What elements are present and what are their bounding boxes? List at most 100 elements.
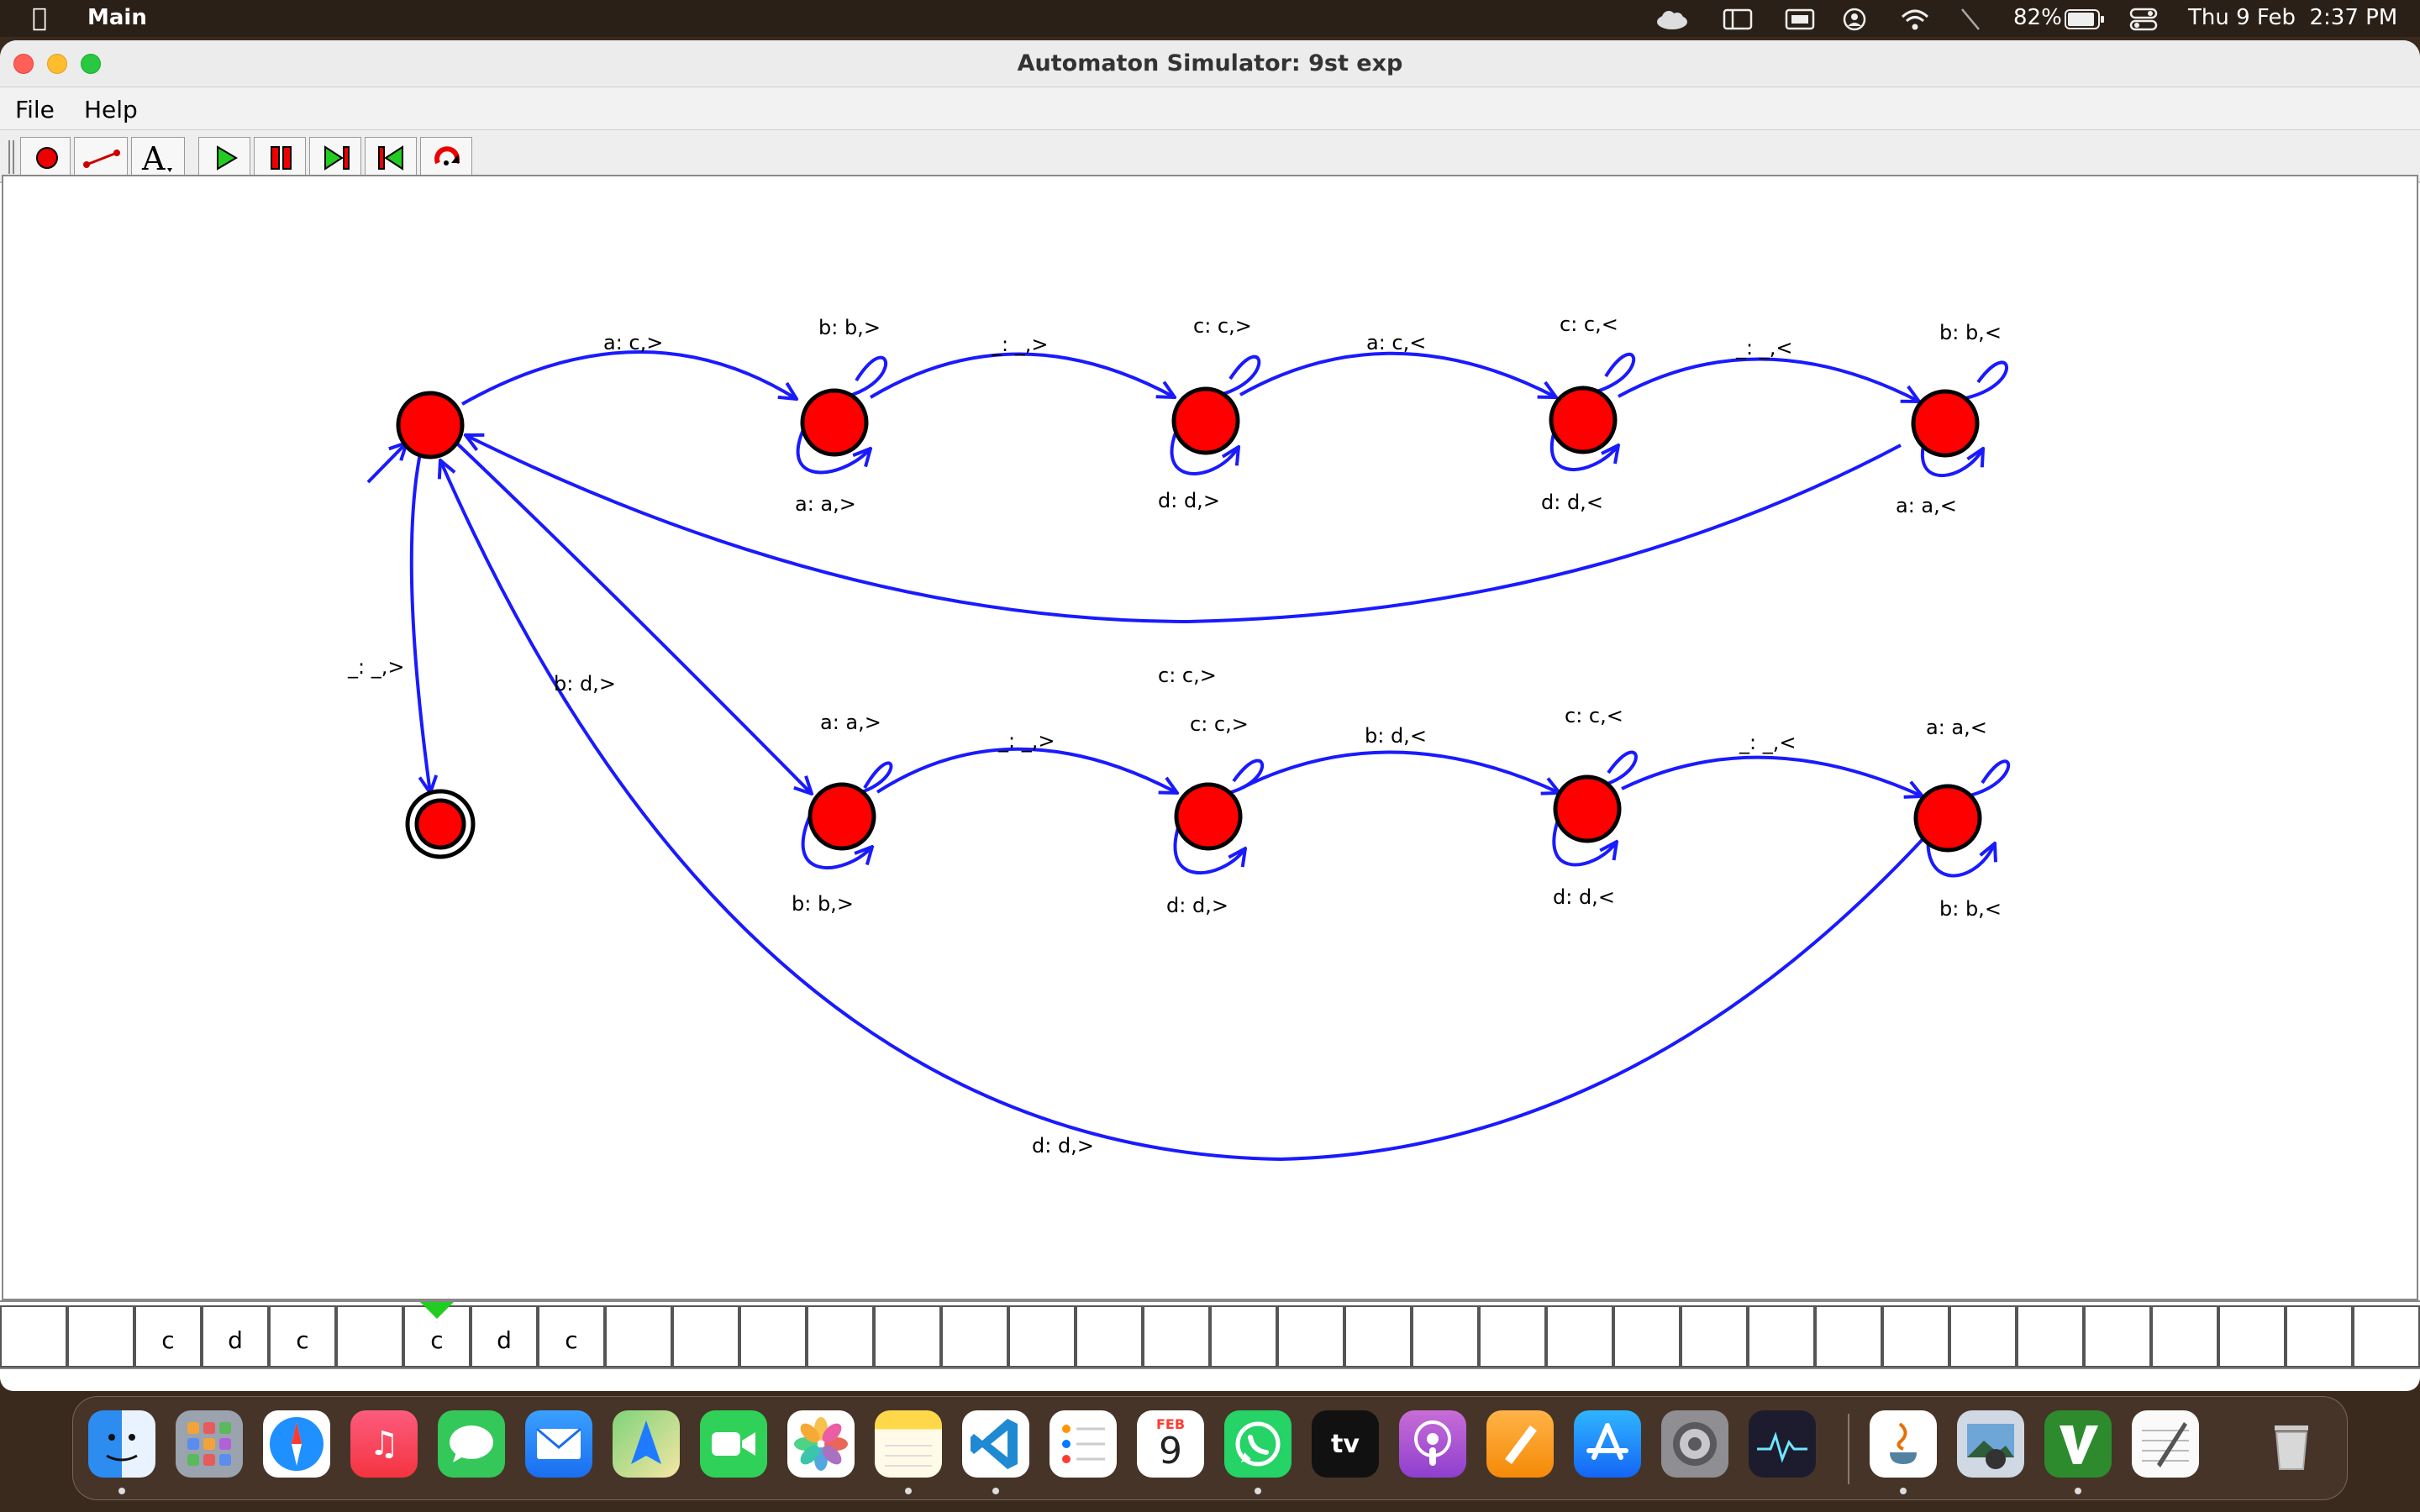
- tape-cell[interactable]: [0, 1305, 67, 1368]
- add-transition-button[interactable]: [74, 137, 128, 177]
- tape-cell[interactable]: [2353, 1305, 2420, 1368]
- apple-menu-icon[interactable]: : [32, 3, 47, 33]
- transition-q5-q6[interactable]: [876, 747, 1177, 793]
- preview-icon[interactable]: [1957, 1410, 2024, 1478]
- rewind-button[interactable]: [365, 137, 417, 177]
- active-app-name[interactable]: Main: [87, 5, 147, 30]
- tape-cell[interactable]: c: [538, 1305, 605, 1368]
- system-settings-icon[interactable]: [1661, 1410, 1728, 1478]
- state-q1[interactable]: [800, 388, 869, 457]
- safari-icon[interactable]: [263, 1410, 330, 1478]
- step-forward-button[interactable]: [309, 137, 361, 177]
- state-q8[interactable]: [1913, 784, 1982, 853]
- tape-cell[interactable]: [336, 1305, 403, 1368]
- podcasts-icon[interactable]: [1399, 1410, 1466, 1478]
- tape-cell[interactable]: c: [134, 1305, 202, 1368]
- facetime-icon[interactable]: [700, 1410, 767, 1478]
- transition-q6-q7[interactable]: [1241, 750, 1560, 793]
- launchpad-icon[interactable]: [176, 1410, 243, 1478]
- display-icon[interactable]: [1785, 8, 1815, 30]
- tape-cell[interactable]: [1681, 1305, 1748, 1368]
- mail-icon[interactable]: [525, 1410, 592, 1478]
- activity-monitor-icon[interactable]: [1749, 1410, 1816, 1478]
- transition-q3-q4[interactable]: [1618, 357, 1919, 402]
- messages-icon[interactable]: [438, 1410, 505, 1478]
- tape-cell[interactable]: [2084, 1305, 2151, 1368]
- calendar-icon[interactable]: FEB 9: [1137, 1410, 1204, 1478]
- state-q2[interactable]: [1171, 386, 1240, 455]
- run-button[interactable]: [198, 137, 250, 177]
- automaton-canvas[interactable]: a: c,> b: b,> a: a,> _: _,> c: c,> d: d,…: [2, 175, 2418, 1300]
- tape-cell[interactable]: [67, 1305, 134, 1368]
- transition-q7-q8[interactable]: [1621, 755, 1923, 796]
- tape-cell[interactable]: [1210, 1305, 1277, 1368]
- state-q5[interactable]: [808, 782, 876, 851]
- tape-cell[interactable]: [1143, 1305, 1210, 1368]
- vscode-icon[interactable]: [962, 1410, 1029, 1478]
- tape-cell[interactable]: [1008, 1305, 1076, 1368]
- tape-cell[interactable]: [1748, 1305, 1815, 1368]
- tape-cell[interactable]: [1412, 1305, 1479, 1368]
- menu-help[interactable]: Help: [84, 96, 138, 123]
- whatsapp-icon[interactable]: [1224, 1410, 1292, 1478]
- notes-icon[interactable]: [875, 1410, 942, 1478]
- finder-icon[interactable]: [88, 1410, 155, 1478]
- vim-icon[interactable]: [2044, 1410, 2112, 1478]
- menu-file[interactable]: File: [15, 96, 55, 123]
- reset-button[interactable]: [420, 137, 472, 177]
- transition-q2-q3[interactable]: [1239, 351, 1556, 397]
- pause-button[interactable]: [254, 137, 306, 177]
- tape-cell[interactable]: [739, 1305, 807, 1368]
- tape-cell[interactable]: [1882, 1305, 1949, 1368]
- transition-q0-q5[interactable]: [455, 442, 812, 794]
- control-center-icon[interactable]: [2129, 7, 2158, 32]
- tape-cell[interactable]: [807, 1305, 874, 1368]
- transition-q4-q0[interactable]: [466, 435, 1902, 624]
- tape-cell[interactable]: [2286, 1305, 2353, 1368]
- state-q3[interactable]: [1549, 386, 1618, 454]
- state-q6[interactable]: [1174, 782, 1243, 851]
- bluetooth-off-icon[interactable]: [1958, 7, 1983, 32]
- tape-cell[interactable]: [1479, 1305, 1546, 1368]
- battery-icon[interactable]: [2064, 8, 2106, 30]
- sidebar-icon[interactable]: [1723, 8, 1753, 30]
- cloud-icon[interactable]: [1654, 8, 1691, 30]
- music-icon[interactable]: ♫: [350, 1410, 418, 1478]
- add-state-button[interactable]: [20, 137, 71, 177]
- tape-cell[interactable]: [2017, 1305, 2084, 1368]
- tape-cell[interactable]: [1949, 1305, 2017, 1368]
- tape-cell[interactable]: [605, 1305, 672, 1368]
- tape-cell[interactable]: [1344, 1305, 1412, 1368]
- text-tool-button[interactable]: A: [131, 137, 185, 177]
- state-q7[interactable]: [1553, 774, 1622, 843]
- maps-icon[interactable]: [613, 1410, 680, 1478]
- tape-cell[interactable]: [2151, 1305, 2218, 1368]
- tape-cell[interactable]: [1277, 1305, 1344, 1368]
- state-q0[interactable]: [396, 391, 465, 459]
- tape-cell[interactable]: [1546, 1305, 1613, 1368]
- tape-cell[interactable]: [941, 1305, 1008, 1368]
- transition-q0-accept[interactable]: [409, 449, 430, 793]
- tape-cell[interactable]: [1815, 1305, 1882, 1368]
- transition-q1-q2[interactable]: [869, 352, 1175, 398]
- app-store-icon[interactable]: [1574, 1410, 1641, 1478]
- tape-cell[interactable]: [1613, 1305, 1681, 1368]
- apple-tv-icon[interactable]: tv: [1312, 1410, 1379, 1478]
- java-icon[interactable]: [1870, 1410, 1937, 1478]
- tape-cell[interactable]: d: [202, 1305, 269, 1368]
- tape-cell[interactable]: [2218, 1305, 2286, 1368]
- tape-cell[interactable]: [1076, 1305, 1143, 1368]
- tape[interactable]: cdccdc: [0, 1300, 2420, 1369]
- trash-icon[interactable]: [2258, 1410, 2325, 1478]
- tape-cell[interactable]: d: [471, 1305, 538, 1368]
- tape-cell[interactable]: c: [269, 1305, 336, 1368]
- window-titlebar[interactable]: Automaton Simulator: 9st exp: [0, 40, 2420, 87]
- user-icon[interactable]: [1842, 7, 1867, 32]
- reminders-icon[interactable]: [1050, 1410, 1117, 1478]
- photos-icon[interactable]: [787, 1410, 855, 1478]
- state-accept[interactable]: [414, 798, 466, 850]
- state-q4[interactable]: [1911, 389, 1980, 458]
- textedit-icon[interactable]: [2132, 1410, 2199, 1478]
- tape-cell[interactable]: [672, 1305, 739, 1368]
- transition-q0-q1[interactable]: [461, 350, 797, 406]
